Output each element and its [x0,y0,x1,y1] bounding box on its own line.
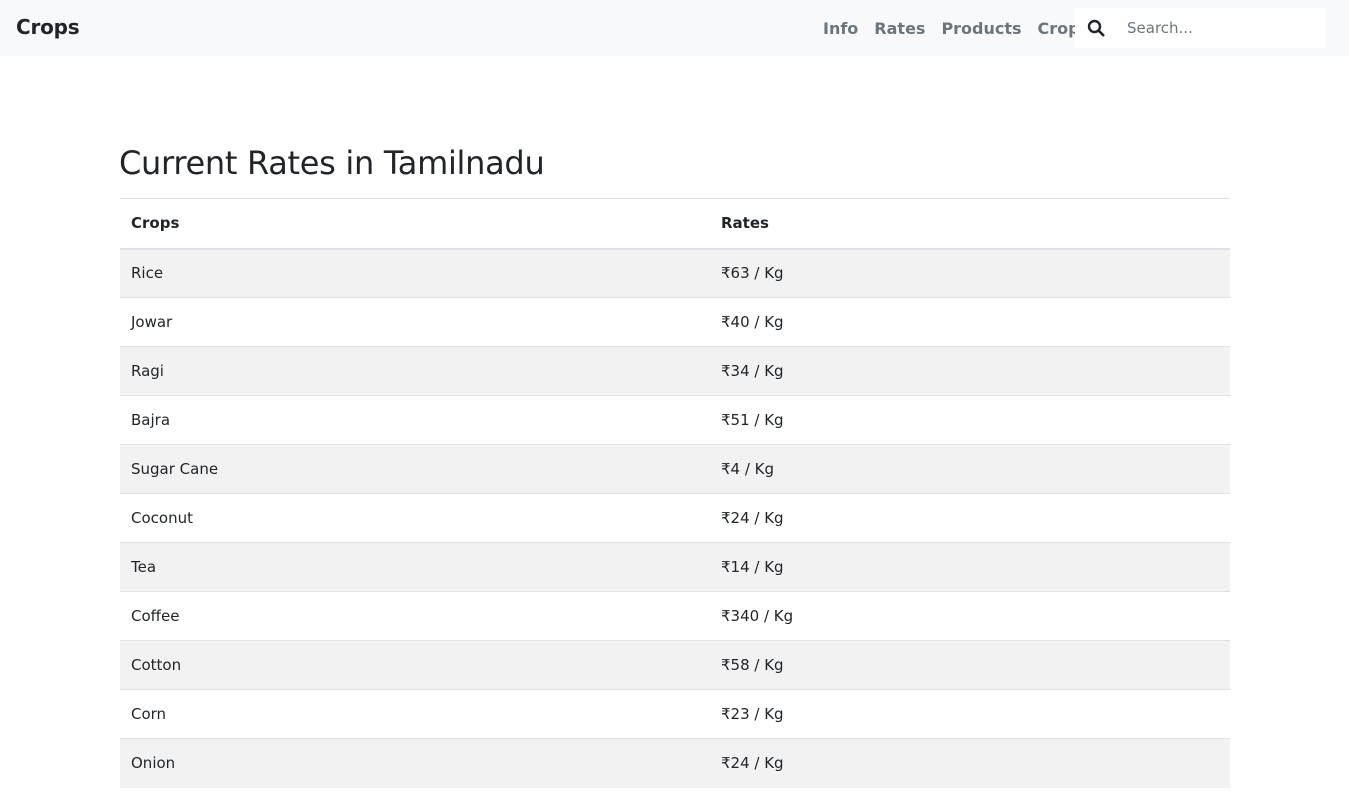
column-header-rates: Rates [710,198,1230,250]
nav-links: Info Rates Products Crops [815,18,1097,40]
crop-rate-cell: ₹340 / Kg [710,591,1230,641]
crop-rate-cell: ₹51 / Kg [710,395,1230,445]
crop-rate-cell: ₹23 / Kg [710,689,1230,739]
rates-table: Crops Rates Rice ₹63 / Kg Jowar ₹40 / Kg… [120,198,1230,788]
crop-rate-cell: ₹34 / Kg [710,346,1230,396]
crop-rate-cell: ₹24 / Kg [710,493,1230,543]
table-row: Onion ₹24 / Kg [120,738,1230,788]
table-row: Tea ₹14 / Kg [120,542,1230,592]
table-row: Jowar ₹40 / Kg [120,297,1230,347]
crop-rate-cell: ₹14 / Kg [710,542,1230,592]
crop-name-cell: Rice [120,248,710,298]
crop-rate-cell: ₹40 / Kg [710,297,1230,347]
table-row: Rice ₹63 / Kg [120,248,1230,298]
crop-name-cell: Bajra [120,395,710,445]
nav-link-products[interactable]: Products [933,18,1029,40]
table-row: Coconut ₹24 / Kg [120,493,1230,543]
table-row: Bajra ₹51 / Kg [120,395,1230,445]
crop-name-cell: Onion [120,738,710,788]
crop-name-cell: Corn [120,689,710,739]
crop-rate-cell: ₹4 / Kg [710,444,1230,494]
crop-rate-cell: ₹58 / Kg [710,640,1230,690]
crop-name-cell: Jowar [120,297,710,347]
table-header-row: Crops Rates [120,198,1230,250]
search-input[interactable] [1119,8,1319,48]
crop-rate-cell: ₹24 / Kg [710,738,1230,788]
search-icon[interactable] [1087,19,1105,37]
search-box [1075,8,1325,48]
page-title: Current Rates in Tamilnadu [119,144,545,182]
column-header-crops: Crops [120,198,710,250]
table-row: Cotton ₹58 / Kg [120,640,1230,690]
crop-name-cell: Ragi [120,346,710,396]
crop-name-cell: Tea [120,542,710,592]
crop-name-cell: Coffee [120,591,710,641]
nav-link-rates[interactable]: Rates [866,18,933,40]
nav-link-info[interactable]: Info [815,18,866,40]
table-row: Ragi ₹34 / Kg [120,346,1230,396]
crop-name-cell: Sugar Cane [120,444,710,494]
table-row: Coffee ₹340 / Kg [120,591,1230,641]
crop-name-cell: Coconut [120,493,710,543]
brand-logo[interactable]: Crops [16,15,80,39]
top-navbar: Crops Info Rates Products Crops [0,0,1349,56]
table-row: Corn ₹23 / Kg [120,689,1230,739]
crop-name-cell: Cotton [120,640,710,690]
table-row: Sugar Cane ₹4 / Kg [120,444,1230,494]
crop-rate-cell: ₹63 / Kg [710,248,1230,298]
